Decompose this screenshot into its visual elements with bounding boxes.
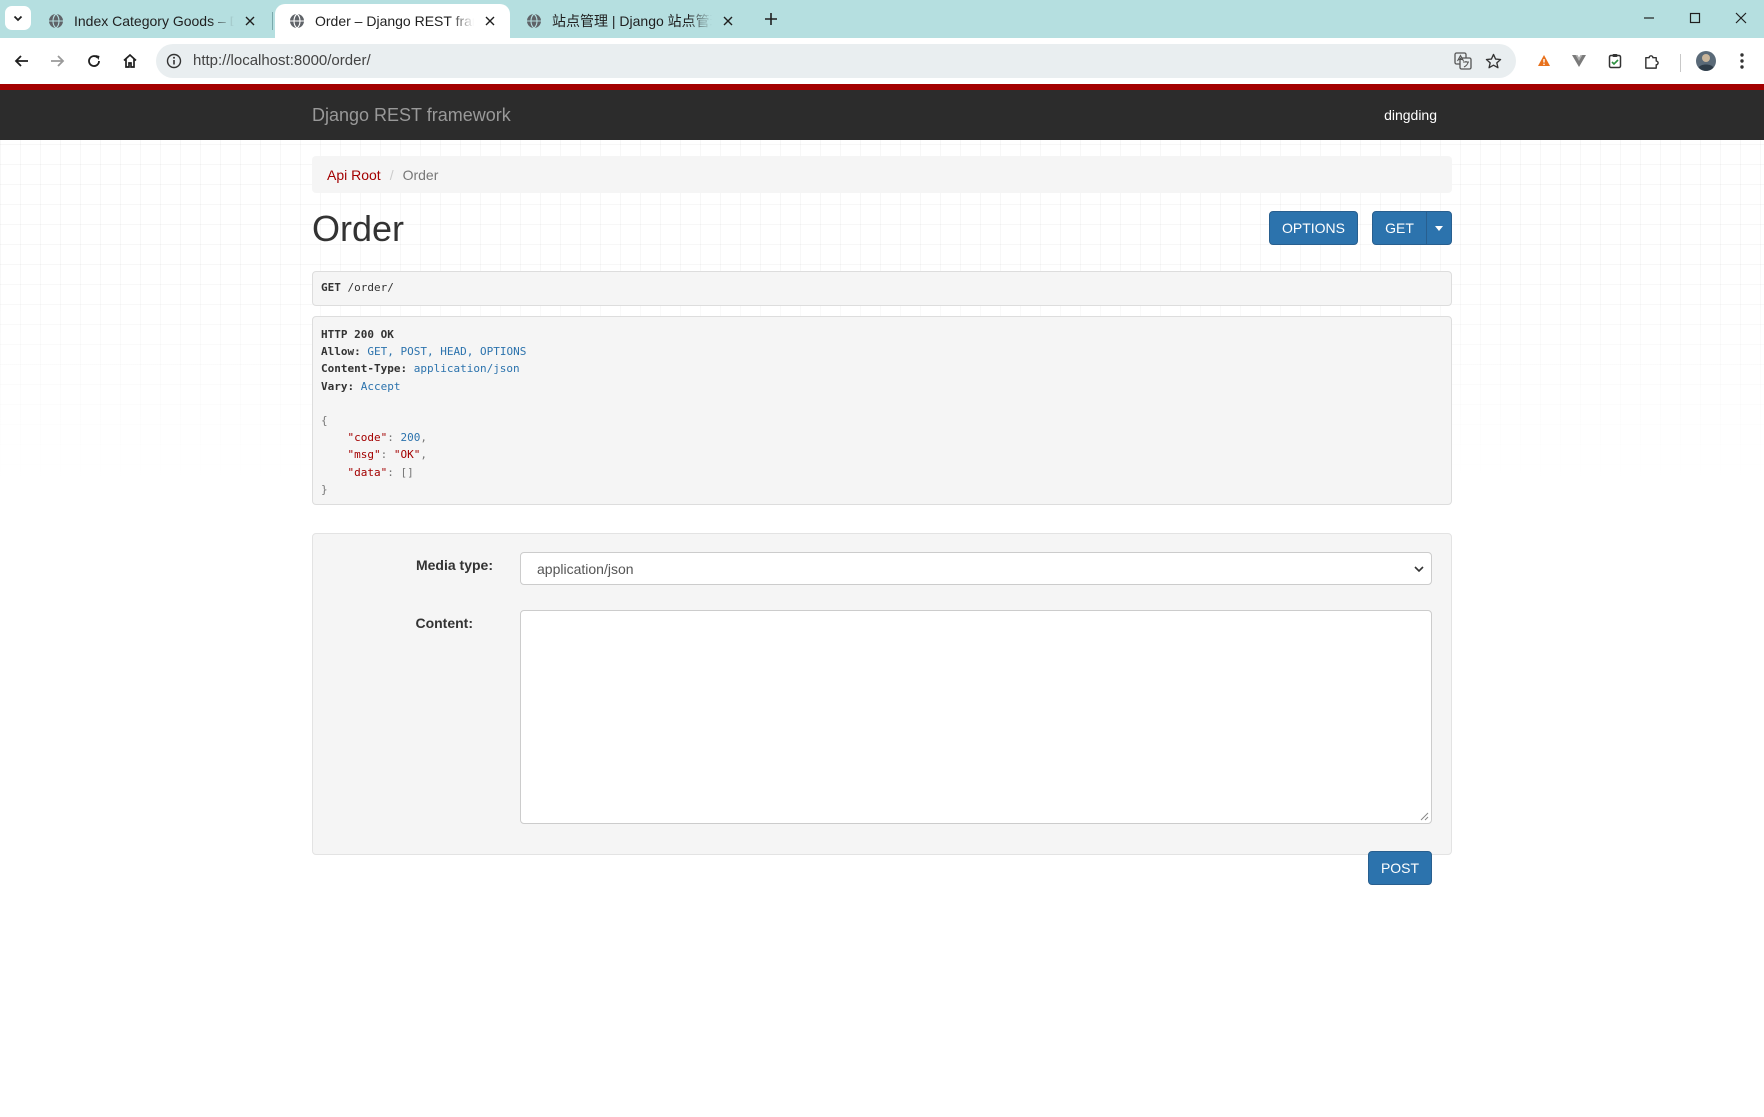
- extension-button[interactable]: [1604, 50, 1626, 72]
- close-icon[interactable]: [720, 13, 736, 29]
- home-icon: [123, 53, 137, 68]
- response-header-value: GET, POST, HEAD, OPTIONS: [367, 345, 527, 359]
- get-format-dropdown-button[interactable]: [1426, 211, 1452, 245]
- site-info-button[interactable]: [164, 51, 184, 71]
- media-type-selected-value: application/json: [537, 560, 634, 577]
- browser-tab-site-admin[interactable]: 站点管理 | Django 站点管理员: [512, 4, 748, 38]
- json-key: "msg": [347, 448, 381, 462]
- json-brace-close: }: [321, 482, 328, 496]
- response-header-name: Content-Type:: [321, 362, 408, 376]
- get-button[interactable]: GET: [1372, 211, 1427, 245]
- arrow-left-icon: [14, 55, 28, 67]
- warning-extension-icon: [1538, 55, 1550, 66]
- response-status: HTTP 200 OK: [321, 328, 394, 341]
- forward-button[interactable]: [42, 46, 72, 76]
- browser-tab-strip: Index Category Goods – Django REST frame…: [0, 0, 1764, 38]
- tab-separator: [272, 12, 273, 30]
- content-label: Content:: [415, 615, 473, 631]
- json-key: "code": [347, 431, 388, 445]
- json-value: 200: [400, 431, 421, 445]
- browser-toolbar: http://localhost:8000/order/: [0, 38, 1764, 84]
- back-button[interactable]: [7, 46, 37, 76]
- tab-search-button[interactable]: [5, 6, 31, 30]
- translate-button[interactable]: [1452, 51, 1474, 71]
- json-value: "OK": [393, 448, 421, 462]
- clipboard-extension-icon: [1608, 54, 1622, 69]
- raw-data-form: Media type: application/json Content:: [312, 533, 1452, 855]
- options-button[interactable]: OPTIONS: [1269, 211, 1358, 245]
- arrow-right-icon: [51, 55, 65, 67]
- info-icon: [166, 53, 182, 69]
- media-type-select[interactable]: application/json: [520, 552, 1432, 585]
- home-button[interactable]: [115, 46, 145, 76]
- close-icon[interactable]: [482, 13, 498, 29]
- toolbar-divider: [1680, 54, 1681, 72]
- kebab-menu-icon: [1740, 53, 1744, 69]
- navbar: Django REST framework dingding: [0, 90, 1764, 140]
- request-path: /order/: [347, 281, 394, 294]
- page-title: Order: [312, 208, 405, 249]
- profile-button[interactable]: [1694, 49, 1718, 73]
- breadcrumb: Api Root / Order: [312, 156, 1452, 193]
- content-textarea[interactable]: [520, 610, 1432, 824]
- json-value: []: [400, 465, 414, 479]
- puzzle-icon: [1644, 54, 1659, 69]
- new-tab-button[interactable]: [758, 7, 784, 31]
- plus-icon: [765, 13, 777, 25]
- json-key: "data": [347, 465, 388, 479]
- tab-title: Order – Django REST framework: [315, 13, 474, 29]
- maximize-icon: [1689, 12, 1701, 24]
- extensions-button[interactable]: [1640, 50, 1662, 72]
- media-type-label: Media type:: [415, 557, 493, 573]
- response-header-value: Accept: [360, 379, 401, 393]
- maximize-button[interactable]: [1672, 0, 1718, 36]
- browser-tab-index-category-goods[interactable]: Index Category Goods – Django REST frame…: [34, 4, 270, 38]
- breadcrumb-current: Order: [402, 166, 439, 183]
- avatar-icon: [1696, 51, 1716, 71]
- request-info: GET /order/: [312, 271, 1452, 306]
- minimize-icon: [1644, 17, 1654, 19]
- translate-icon: [1454, 52, 1472, 70]
- tab-title: Index Category Goods – Django REST frame…: [74, 13, 234, 29]
- breadcrumb-separator: /: [389, 166, 394, 183]
- close-window-button[interactable]: [1718, 0, 1764, 36]
- post-button[interactable]: POST: [1368, 851, 1432, 885]
- page-viewport: Django REST framework dingding Api Root …: [0, 84, 1764, 1117]
- extension-button[interactable]: [1568, 50, 1590, 72]
- close-icon: [1735, 12, 1747, 24]
- response-header-name: Allow:: [321, 345, 361, 359]
- response-header-name: Vary:: [321, 379, 355, 393]
- brand-link[interactable]: Django REST framework: [312, 105, 511, 126]
- response-header-value: application/json: [413, 362, 520, 376]
- browser-tab-order[interactable]: Order – Django REST framework: [275, 4, 510, 38]
- bookmark-button[interactable]: [1482, 51, 1504, 71]
- minimize-button[interactable]: [1626, 0, 1672, 36]
- address-bar[interactable]: http://localhost:8000/order/: [156, 44, 1516, 78]
- breadcrumb-api-root-link[interactable]: Api Root: [327, 167, 381, 183]
- star-icon: [1485, 53, 1501, 68]
- caret-down-icon: [1435, 225, 1443, 231]
- browser-menu-button[interactable]: [1731, 50, 1753, 72]
- json-brace-open: {: [321, 413, 328, 427]
- chevron-down-icon: [1414, 566, 1424, 573]
- close-icon[interactable]: [242, 13, 258, 29]
- url-text[interactable]: http://localhost:8000/order/: [193, 52, 371, 69]
- response-info: HTTP 200 OK Allow: GET, POST, HEAD, OPTI…: [312, 316, 1452, 505]
- resize-handle-icon[interactable]: [1420, 812, 1429, 821]
- chevron-down-icon: [13, 15, 23, 22]
- vue-devtools-icon: [1572, 55, 1586, 67]
- globe-icon: [290, 13, 304, 29]
- globe-icon: [49, 13, 63, 29]
- reload-button[interactable]: [79, 46, 109, 76]
- tab-title: 站点管理 | Django 站点管理员: [552, 13, 712, 29]
- extension-button[interactable]: [1533, 50, 1555, 72]
- reload-icon: [88, 55, 100, 67]
- globe-icon: [527, 13, 541, 29]
- request-method: GET: [321, 281, 341, 294]
- user-menu[interactable]: dingding: [1384, 107, 1437, 123]
